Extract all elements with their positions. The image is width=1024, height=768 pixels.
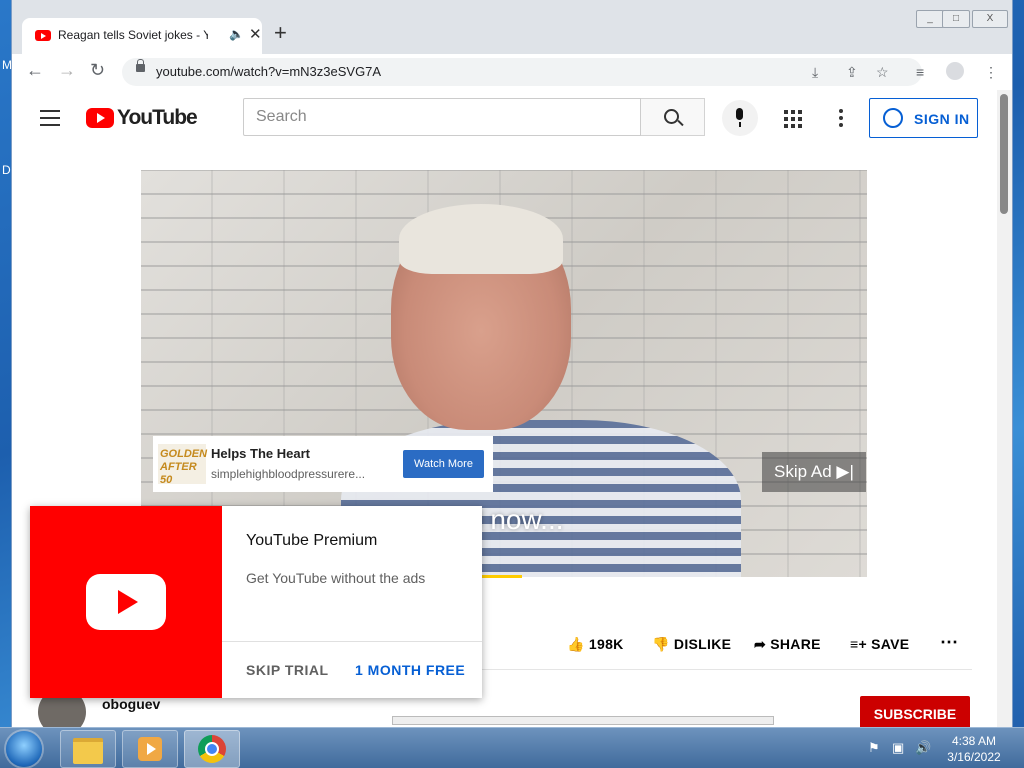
microphone-icon xyxy=(736,108,743,120)
more-actions-icon[interactable]: ⋯ xyxy=(940,632,958,653)
sign-in-button[interactable]: SIGN IN xyxy=(869,98,978,138)
chrome-taskbar-button[interactable] xyxy=(184,730,240,768)
action-center-icon[interactable]: ⚑ xyxy=(868,740,880,756)
account-icon xyxy=(883,108,903,128)
dislike-label: DISLIKE xyxy=(673,636,732,652)
horizontal-scrollbar[interactable] xyxy=(392,716,774,725)
desktop-icon-label: M xyxy=(2,58,12,72)
sign-in-label: SIGN IN xyxy=(914,111,970,127)
one-month-free-button[interactable]: 1 MONTH FREE xyxy=(355,662,465,678)
media-player-taskbar-button[interactable] xyxy=(122,730,178,768)
back-arrow-icon[interactable]: ← xyxy=(26,60,44,81)
clock-time: 4:38 AM xyxy=(951,734,997,748)
start-button[interactable] xyxy=(6,731,42,767)
tab-strip: Reagan tells Soviet jokes - Yo 🔈 ✕ + _ □… xyxy=(12,0,1012,54)
save-button[interactable]: ≡+ SAVE xyxy=(850,636,909,652)
settings-more-icon[interactable] xyxy=(839,109,843,130)
tab-close-icon[interactable]: ✕ xyxy=(249,25,262,43)
divider xyxy=(222,641,482,642)
folder-icon xyxy=(73,738,103,764)
address-bar[interactable]: youtube.com/watch?v=mN3z3eSVG7A xyxy=(122,58,922,86)
ad-progress-bar xyxy=(482,575,522,578)
system-clock[interactable]: 4:38 AM 3/16/2022 xyxy=(944,733,1004,765)
ad-headline: Helps The Heart xyxy=(211,446,310,461)
skip-ad-button[interactable]: Skip Ad ▶| xyxy=(762,452,866,492)
share-button[interactable]: ➦ SHARE xyxy=(754,636,821,653)
share-arrow-icon: ➦ xyxy=(754,636,771,652)
skip-trial-button[interactable]: SKIP TRIAL xyxy=(246,662,329,678)
youtube-play-icon xyxy=(86,574,166,630)
youtube-favicon-icon xyxy=(35,30,51,41)
subscribe-button[interactable]: SUBSCRIBE xyxy=(860,696,970,727)
ad-url: simplehighbloodpressurere... xyxy=(211,467,366,481)
taskbar: ⚑ ▣ 🔊 4:38 AM 3/16/2022 xyxy=(0,727,1024,768)
chrome-icon xyxy=(198,735,226,763)
browser-toolbar: ← → ↻ youtube.com/watch?v=mN3z3eSVG7A ⤓ … xyxy=(12,54,1012,91)
browser-tab[interactable]: Reagan tells Soviet jokes - Yo 🔈 ✕ xyxy=(22,18,262,54)
volume-icon[interactable]: 🔊 xyxy=(915,740,931,756)
youtube-logo-icon[interactable] xyxy=(86,108,114,128)
tab-title: Reagan tells Soviet jokes - Yo xyxy=(58,28,208,42)
media-control-icon[interactable]: ≡ xyxy=(916,64,924,80)
reload-icon[interactable]: ↻ xyxy=(90,60,105,81)
save-label: SAVE xyxy=(871,636,910,652)
clock-date: 3/16/2022 xyxy=(947,750,1001,764)
ad-brand-logo: GOLDEN AFTER 50 xyxy=(158,444,207,486)
like-count: 198K xyxy=(588,636,624,652)
youtube-logo-text[interactable]: YouTube xyxy=(117,106,198,130)
page-scrollbar[interactable] xyxy=(997,90,1012,727)
close-window-button[interactable]: X xyxy=(972,10,1008,28)
explorer-taskbar-button[interactable] xyxy=(60,730,116,768)
youtube-header: YouTube Search SIGN IN xyxy=(12,90,997,146)
like-button[interactable]: 👍 198K xyxy=(567,636,624,653)
channel-name[interactable]: oboguev xyxy=(102,696,160,712)
divider xyxy=(482,669,972,670)
overlay-ad[interactable]: GOLDEN AFTER 50 Helps The Heart simplehig… xyxy=(153,436,493,492)
browser-window: Reagan tells Soviet jokes - Yo 🔈 ✕ + _ □… xyxy=(12,0,1012,727)
new-tab-button[interactable]: + xyxy=(274,22,287,44)
search-button[interactable] xyxy=(641,98,705,136)
promo-title: YouTube Premium xyxy=(246,532,378,549)
maximize-button[interactable]: □ xyxy=(942,10,970,28)
desktop-icon-label: D xyxy=(2,163,11,177)
forward-arrow-icon[interactable]: → xyxy=(58,60,76,81)
search-input[interactable]: Search xyxy=(243,98,641,136)
thumbs-down-icon: 👎 xyxy=(652,636,674,652)
playlist-add-icon: ≡+ xyxy=(850,636,872,652)
minimize-button[interactable]: _ xyxy=(916,10,944,28)
apps-grid-icon[interactable] xyxy=(784,110,802,128)
share-label: SHARE xyxy=(770,636,821,652)
share-page-icon[interactable]: ⇪ xyxy=(846,64,858,81)
media-player-icon xyxy=(138,737,162,761)
browser-menu-icon[interactable]: ⋮ xyxy=(984,64,998,81)
speaker-icon[interactable]: 🔈 xyxy=(229,27,244,41)
network-icon[interactable]: ▣ xyxy=(892,740,904,756)
search-icon xyxy=(664,109,679,124)
hamburger-menu-icon[interactable] xyxy=(40,110,60,131)
install-app-icon[interactable]: ⤓ xyxy=(812,64,818,81)
promo-subtitle: Get YouTube without the ads xyxy=(246,570,426,586)
thumbs-up-icon: 👍 xyxy=(567,636,589,652)
premium-logo-panel xyxy=(30,506,222,698)
profile-avatar-icon[interactable] xyxy=(946,62,964,80)
voice-search-button[interactable] xyxy=(722,100,758,136)
lock-icon xyxy=(136,59,145,72)
bookmark-star-icon[interactable]: ☆ xyxy=(876,64,889,81)
dislike-button[interactable]: 👎 DISLIKE xyxy=(652,636,731,653)
premium-promo-dialog: YouTube Premium Get YouTube without the … xyxy=(30,506,482,698)
watch-more-button[interactable]: Watch More xyxy=(403,450,484,478)
url-text[interactable]: youtube.com/watch?v=mN3z3eSVG7A xyxy=(156,64,381,79)
